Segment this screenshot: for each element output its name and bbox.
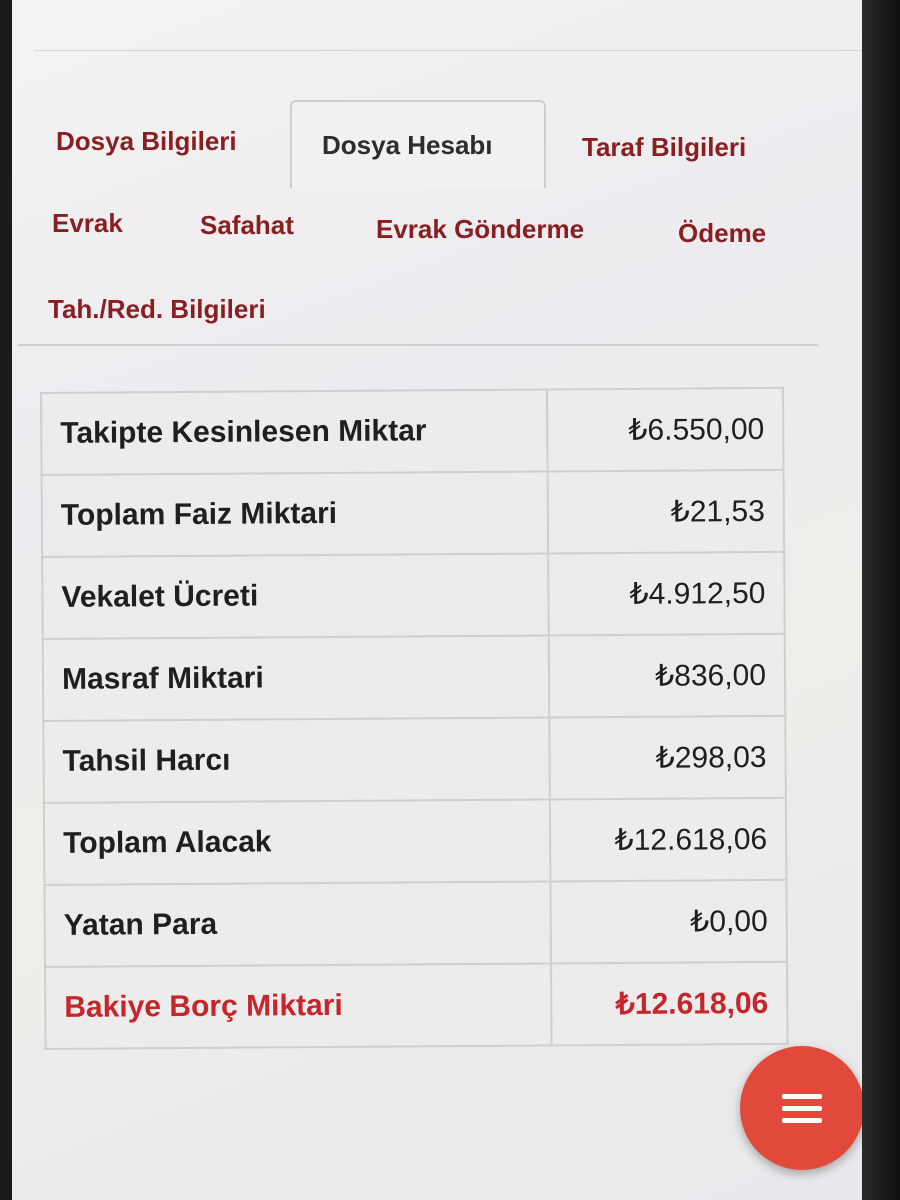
table-row: Takipte Kesinlesen Miktar ₺6.550,00 — [41, 387, 784, 475]
row-label: Tahsil Harcı — [43, 717, 550, 803]
tab-tah-red-bilgileri[interactable]: Tah./Red. Bilgileri — [48, 294, 266, 325]
row-label: Bakiye Borç Miktari — [45, 963, 552, 1049]
menu-icon — [782, 1087, 822, 1130]
row-value: ₺6.550,00 — [546, 387, 784, 472]
row-value: ₺4.912,50 — [547, 551, 785, 636]
tab-dosya-hesabi[interactable]: Dosya Hesabı — [322, 130, 493, 161]
row-value: ₺12.618,06 — [549, 797, 787, 882]
table-row: Toplam Alacak ₺12.618,06 — [43, 797, 787, 885]
device-bezel — [862, 0, 900, 1200]
tab-evrak[interactable]: Evrak — [52, 208, 123, 239]
row-value: ₺12.618,06 — [550, 961, 788, 1046]
tab-evrak-gonderme[interactable]: Evrak Gönderme — [376, 214, 584, 245]
row-label: Yatan Para — [44, 881, 551, 967]
tab-odeme[interactable]: Ödeme — [678, 218, 766, 249]
app-screen: Dosya Bilgileri Dosya Hesabı Taraf Bilgi… — [12, 0, 863, 1200]
row-value: ₺836,00 — [548, 633, 786, 718]
row-value: ₺21,53 — [547, 469, 785, 554]
row-label: Takipte Kesinlesen Miktar — [41, 389, 548, 475]
tab-safahat[interactable]: Safahat — [200, 210, 294, 241]
row-value: ₺0,00 — [550, 879, 787, 964]
row-label: Vekalet Ücreti — [42, 553, 549, 639]
table-row: Yatan Para ₺0,00 — [44, 879, 787, 967]
row-label: Masraf Miktari — [42, 635, 550, 721]
row-value: ₺298,03 — [549, 715, 786, 800]
account-summary-table: Takipte Kesinlesen Miktar ₺6.550,00 Toplam… — [40, 386, 789, 1050]
table-row: Toplam Faiz Miktari ₺21,53 — [41, 469, 785, 557]
row-label: Toplam Faiz Miktari — [41, 471, 548, 557]
total-row: Bakiye Borç Miktari ₺12.618,06 — [45, 961, 788, 1049]
tab-taraf-bilgileri[interactable]: Taraf Bilgileri — [582, 132, 746, 163]
menu-fab-button[interactable] — [740, 1046, 862, 1170]
row-label: Toplam Alacak — [43, 799, 551, 885]
tab-dosya-bilgileri[interactable]: Dosya Bilgileri — [56, 126, 237, 157]
header-divider — [34, 50, 862, 51]
table-row: Vekalet Ücreti ₺4.912,50 — [42, 551, 785, 639]
table-row: Tahsil Harcı ₺298,03 — [43, 715, 786, 803]
table-row: Masraf Miktari ₺836,00 — [42, 633, 786, 721]
tabs-divider — [18, 344, 818, 346]
